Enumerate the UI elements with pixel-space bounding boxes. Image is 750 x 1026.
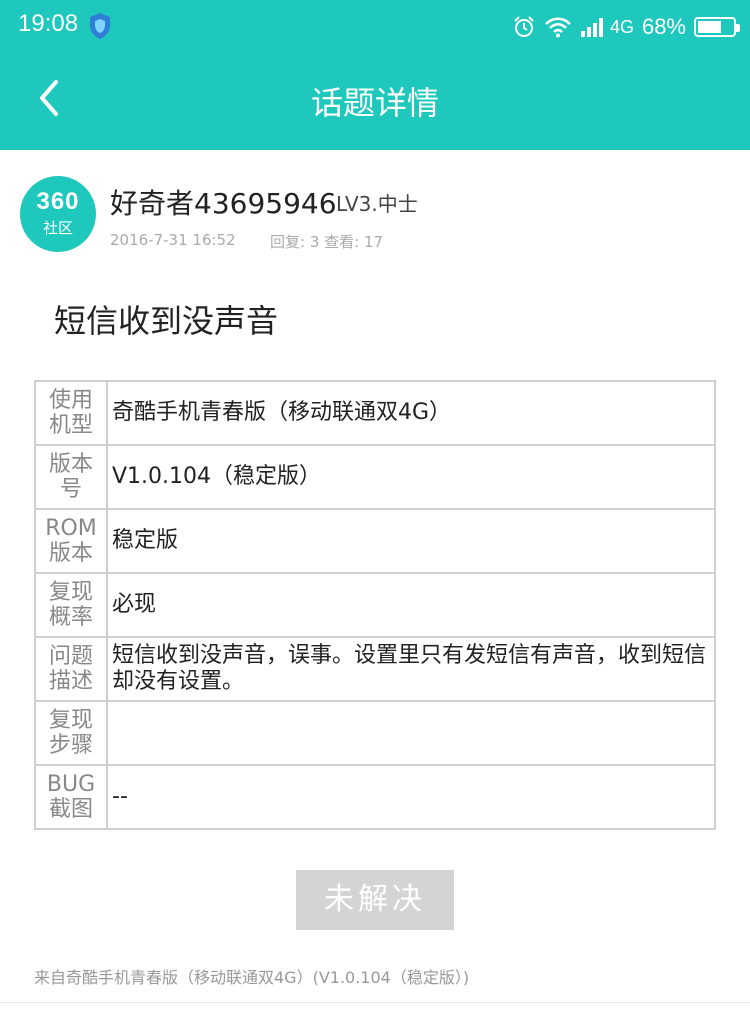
topic-detail-screen: 19:08 4G 68% 话题详情 360 社区 好奇者43695946 LV3… — [0, 0, 750, 1026]
row-label: 问题 描述 — [34, 636, 108, 702]
table-row: 版本号 V1.0.104（稳定版） — [34, 444, 716, 510]
row-label: 使用 机型 — [34, 380, 108, 446]
post-date: 2016-7-31 16:52 — [110, 231, 236, 249]
row-label: BUG 截图 — [34, 764, 108, 830]
network-type: 4G — [609, 16, 634, 37]
battery-icon — [694, 17, 740, 37]
row-label: 复现 概率 — [34, 572, 108, 638]
table-row: 问题 描述 短信收到没声音，误事。设置里只有发短信有声音，收到短信却没有设置。 — [34, 636, 716, 702]
row-label: ROM 版本 — [34, 508, 108, 574]
avatar-logo-subtext: 社区 — [42, 219, 73, 237]
author-level: LV3.中士 — [336, 192, 418, 216]
signal-icon — [580, 18, 603, 37]
row-value: 短信收到没声音，误事。设置里只有发短信有声音，收到短信却没有设置。 — [106, 636, 716, 702]
status-icons: 4G 68% — [512, 10, 740, 44]
table-row: 使用 机型 奇酷手机青春版（移动联通双4G） — [34, 380, 716, 446]
post-stats: 回复: 3 查看: 17 — [270, 233, 384, 251]
row-value: V1.0.104（稳定版） — [106, 444, 716, 510]
wifi-icon — [545, 17, 571, 38]
bug-info-table: 使用 机型 奇酷手机青春版（移动联通双4G） 版本号 V1.0.104（稳定版） … — [34, 380, 716, 830]
divider — [0, 1002, 750, 1003]
row-value: 必现 — [106, 572, 716, 638]
post-source: 来自奇酷手机青春版（移动联通双4G）(V1.0.104（稳定版）) — [34, 968, 470, 987]
unresolved-status-button[interactable]: 未解决 — [296, 870, 454, 930]
battery-fill — [698, 21, 721, 33]
app-header: 19:08 4G 68% 话题详情 — [0, 0, 750, 150]
row-value — [106, 700, 716, 766]
author-name[interactable]: 好奇者43695946 — [110, 182, 337, 222]
status-bar: 19:08 4G 68% — [0, 0, 750, 54]
row-value: 奇酷手机青春版（移动联通双4G） — [106, 380, 716, 446]
row-label: 复现 步骤 — [34, 700, 108, 766]
avatar-logo-text: 360 — [36, 188, 80, 215]
status-time: 19:08 — [18, 10, 79, 37]
table-row: ROM 版本 稳定版 — [34, 508, 716, 574]
page-title: 话题详情 — [310, 84, 439, 122]
table-row: 复现 概率 必现 — [34, 572, 716, 638]
table-row: 复现 步骤 — [34, 700, 716, 766]
security-shield-icon — [90, 13, 110, 39]
post-title: 短信收到没声音 — [54, 302, 279, 340]
row-value: 稳定版 — [106, 508, 716, 574]
table-row: BUG 截图 -- — [34, 764, 716, 830]
alarm-icon — [514, 16, 534, 37]
row-label: 版本号 — [34, 444, 108, 510]
avatar[interactable]: 360 社区 — [20, 176, 96, 252]
row-value: -- — [106, 764, 716, 830]
battery-percent: 68% — [641, 14, 686, 39]
